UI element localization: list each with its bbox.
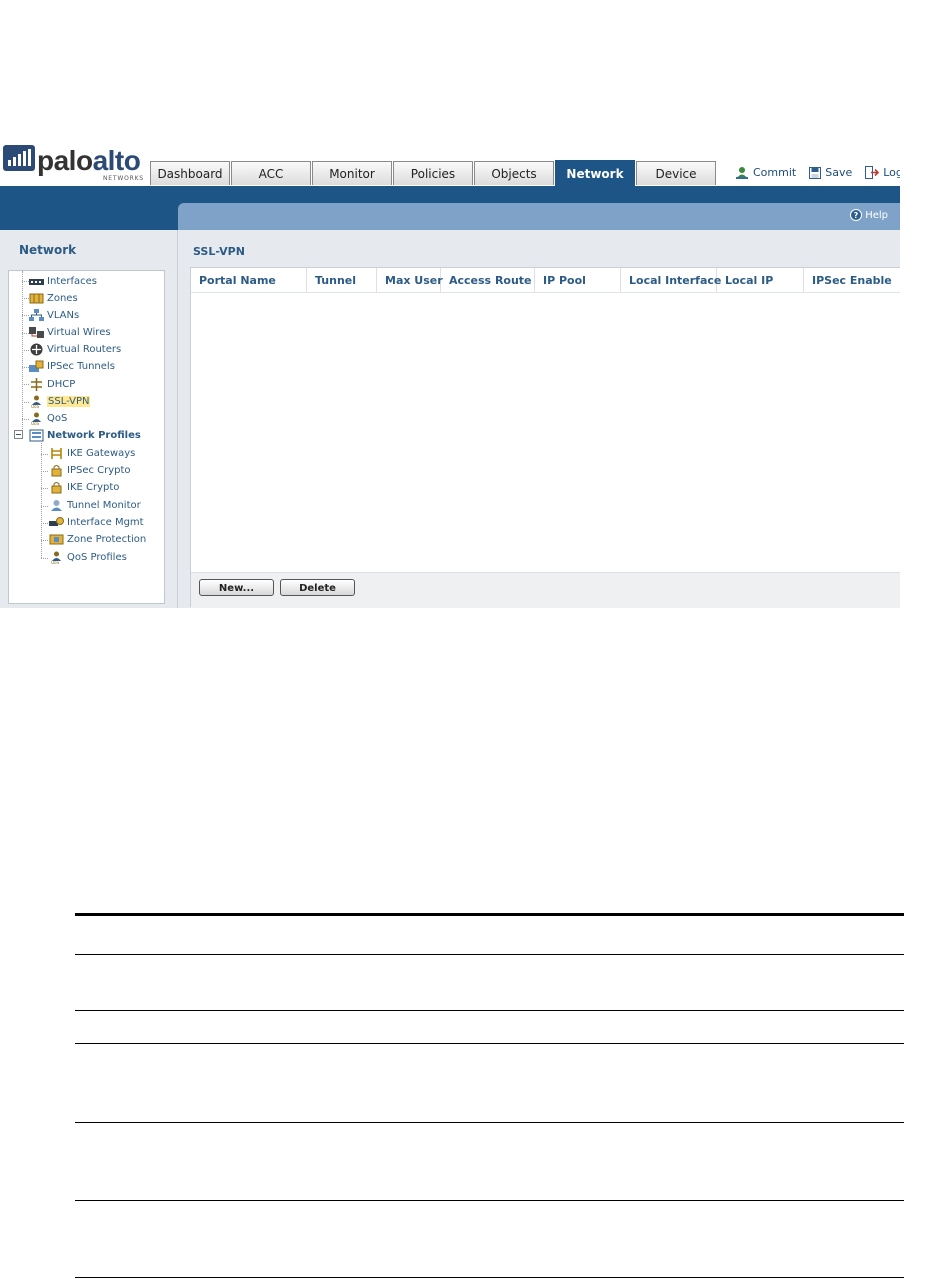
nav-item-tunnel-monitor[interactable]: Tunnel Monitor [49, 497, 141, 514]
top-actions: Commit Save Logou [735, 166, 900, 179]
grid-header: Portal Name Tunnel Max User Access Route… [191, 268, 900, 293]
nav-tree: Interfaces Zones VLANs Virtual Wires Vir… [8, 270, 165, 604]
zones-icon [29, 292, 44, 305]
column-header-max-user[interactable]: Max User [377, 268, 443, 292]
help-label: Help [865, 209, 888, 221]
interface-mgmt-icon [49, 516, 64, 529]
svg-text:QoS: QoS [51, 560, 60, 564]
tab-monitor[interactable]: Monitor [312, 161, 392, 185]
nav-item-virtual-wires[interactable]: Virtual Wires [29, 324, 111, 341]
tab-network[interactable]: Network [555, 160, 635, 186]
table-rule [75, 1010, 904, 1011]
column-header-ip-pool[interactable]: IP Pool [535, 268, 621, 292]
save-icon [809, 166, 822, 179]
header: paloalto NETWORKS Dashboard ACC Monitor … [0, 138, 900, 186]
ipsec-crypto-icon [49, 464, 64, 477]
tunnel-monitor-icon [49, 499, 64, 512]
table-rule [75, 1043, 904, 1044]
logout-label: Logou [883, 166, 900, 179]
nav-item-ipsec-tunnels[interactable]: IPSec Tunnels [29, 358, 115, 375]
logout-icon [865, 166, 880, 179]
svg-text:QoS: QoS [31, 421, 40, 425]
left-nav-panel: Network Interfaces Zones VLANs Virtual W… [0, 230, 178, 608]
table-top-rule [75, 913, 904, 916]
commit-label: Commit [753, 166, 797, 179]
main-tabs: Dashboard ACC Monitor Policies Objects N… [150, 160, 717, 186]
logo-text: paloalto [37, 145, 141, 176]
interfaces-icon [29, 275, 44, 288]
tab-dashboard[interactable]: Dashboard [150, 161, 230, 185]
virtual-wires-icon [29, 326, 44, 339]
grid-body [191, 293, 900, 572]
nav-item-vlans[interactable]: VLANs [29, 307, 79, 324]
table-rule [75, 1122, 904, 1123]
nav-item-qos[interactable]: QoS QoS [29, 410, 67, 427]
zone-protection-icon [49, 533, 64, 546]
network-profiles-icon [29, 429, 44, 442]
save-button[interactable]: Save [809, 166, 852, 179]
ssl-vpn-grid: Portal Name Tunnel Max User Access Route… [190, 267, 900, 608]
ike-gateways-icon [49, 447, 64, 460]
nav-title: Network [19, 243, 77, 257]
tab-acc[interactable]: ACC [231, 161, 311, 185]
nav-item-virtual-routers[interactable]: Virtual Routers [29, 341, 121, 358]
nav-item-zones[interactable]: Zones [29, 290, 78, 307]
column-header-ipsec-enable[interactable]: IPSec Enable [804, 268, 900, 292]
table-rule [75, 1277, 904, 1278]
nav-item-ike-gateways[interactable]: IKE Gateways [49, 445, 135, 462]
nav-item-interface-mgmt[interactable]: Interface Mgmt [49, 514, 144, 531]
qos-icon: QoS [29, 412, 44, 426]
column-header-tunnel[interactable]: Tunnel [307, 268, 377, 292]
table-rule [75, 954, 904, 955]
nav-item-ssl-vpn[interactable]: QoS SSL-VPN [29, 393, 91, 410]
page-title: SSL-VPN [193, 245, 245, 258]
virtual-routers-icon [29, 343, 44, 356]
save-label: Save [825, 166, 853, 179]
logo-subtext: NETWORKS [103, 175, 144, 182]
tab-device[interactable]: Device [636, 161, 716, 185]
ipsec-tunnels-icon [29, 360, 44, 373]
column-header-local-interface[interactable]: Local Interface [621, 268, 721, 292]
svg-text:?: ? [854, 211, 859, 220]
nav-item-network-profiles[interactable]: Network Profiles [29, 427, 141, 444]
help-link[interactable]: ? Help [850, 209, 888, 221]
tab-policies[interactable]: Policies [393, 161, 473, 185]
help-icon: ? [850, 209, 863, 221]
collapse-toggle-icon[interactable] [14, 430, 23, 439]
nav-item-ipsec-crypto[interactable]: IPSec Crypto [49, 462, 131, 479]
help-bar: ? Help [178, 203, 900, 230]
commit-button[interactable]: Commit [735, 166, 796, 179]
grid-footer: New... Delete [191, 572, 900, 608]
firewall-ui-screenshot: paloalto NETWORKS Dashboard ACC Monitor … [0, 138, 900, 608]
column-header-access-route[interactable]: Access Route [441, 268, 535, 292]
tab-objects[interactable]: Objects [474, 161, 554, 185]
palo-alto-logo: paloalto NETWORKS [3, 145, 149, 182]
logo-bars-icon [3, 145, 35, 171]
nav-item-qos-profiles[interactable]: QoS QoS Profiles [49, 549, 127, 566]
nav-item-ike-crypto[interactable]: IKE Crypto [49, 479, 119, 496]
dhcp-icon [29, 378, 44, 391]
table-rule [75, 1200, 904, 1201]
ike-crypto-icon [49, 481, 64, 494]
column-header-portal-name[interactable]: Portal Name [191, 268, 307, 292]
delete-button[interactable]: Delete [280, 579, 355, 596]
vlans-icon [29, 309, 44, 322]
main-content: SSL-VPN Portal Name Tunnel Max User Acce… [178, 230, 900, 608]
ssl-vpn-icon: QoS [29, 395, 44, 409]
commit-icon [736, 167, 748, 179]
column-header-local-ip[interactable]: Local IP [717, 268, 804, 292]
svg-text:QoS: QoS [31, 404, 40, 408]
nav-item-dhcp[interactable]: DHCP [29, 376, 75, 393]
logout-button[interactable]: Logou [865, 166, 900, 179]
nav-item-interfaces[interactable]: Interfaces [29, 273, 97, 290]
new-button[interactable]: New... [199, 579, 274, 596]
nav-item-zone-protection[interactable]: Zone Protection [49, 531, 146, 548]
qos-profiles-icon: QoS [49, 551, 64, 565]
